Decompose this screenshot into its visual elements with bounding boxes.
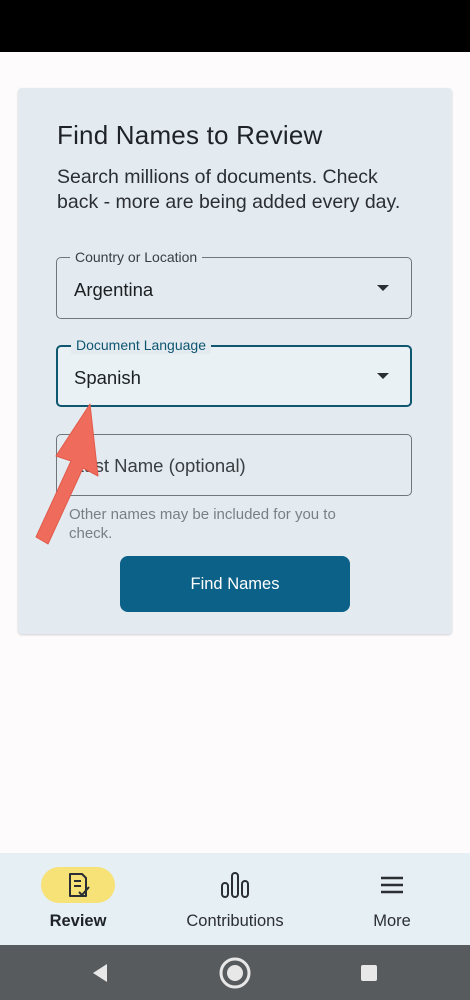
bottom-navigation: Review Contributions More — [0, 853, 470, 945]
find-names-card: Find Names to Review Search millions of … — [18, 88, 452, 634]
recents-icon — [361, 964, 377, 981]
menu-icon — [381, 876, 403, 894]
home-icon — [219, 957, 251, 988]
nav-item-review-label: Review — [49, 912, 107, 930]
bar-chart-icon — [221, 872, 249, 898]
find-names-button[interactable]: Find Names — [120, 556, 350, 612]
status-bar — [0, 0, 470, 52]
nav-item-more-label: More — [373, 912, 411, 930]
nav-item-review[interactable]: Review — [0, 853, 156, 945]
nav-item-more[interactable]: More — [314, 853, 470, 945]
recents-button[interactable] — [339, 945, 399, 1000]
back-icon — [93, 963, 107, 982]
nav-item-contributions[interactable]: Contributions — [157, 853, 313, 945]
dropdown-arrow-icon — [377, 373, 389, 379]
card-title: Find Names to Review — [57, 120, 323, 150]
nav-icon-container — [198, 867, 272, 903]
document-check-icon — [69, 873, 90, 897]
document-language-value: Spanish — [74, 367, 141, 388]
last-name-helper-text: Other names may be included for you to c… — [69, 506, 336, 542]
nav-icon-container — [355, 867, 429, 903]
back-button[interactable] — [70, 945, 130, 1000]
nav-item-contributions-label: Contributions — [186, 912, 284, 930]
home-button[interactable] — [205, 945, 265, 1000]
system-navigation-bar — [0, 945, 470, 1000]
country-select-value: Argentina — [74, 279, 154, 300]
country-select-label: Country or Location — [70, 248, 203, 266]
country-select[interactable]: Country or Location Argentina — [56, 248, 412, 319]
dropdown-arrow-icon — [377, 285, 389, 291]
nav-icon-container — [41, 867, 115, 903]
document-language-label: Document Language — [71, 336, 211, 354]
card-subtitle: Search millions of documents. Check back… — [57, 166, 401, 213]
annotation-arrow-icon — [35, 403, 99, 545]
